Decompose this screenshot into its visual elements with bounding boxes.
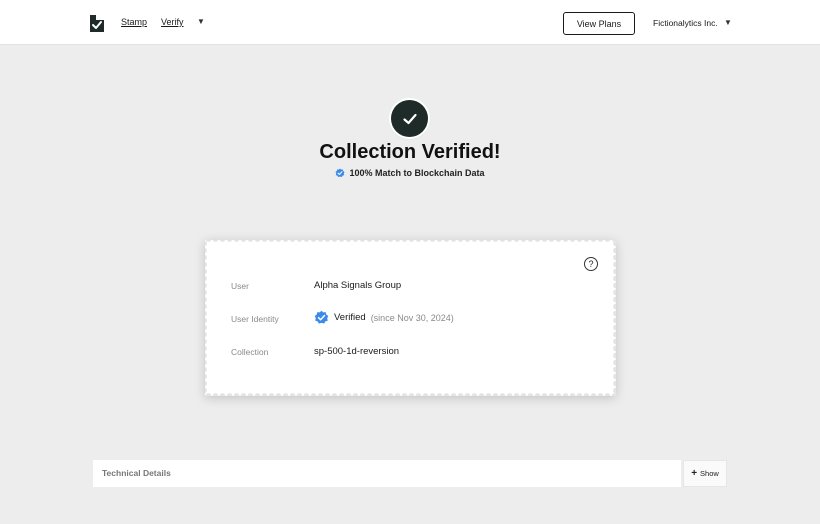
technical-details-bar	[93, 460, 681, 487]
user-identity-label: User Identity	[231, 314, 279, 324]
verified-badge-icon	[314, 310, 329, 324]
view-plans-button[interactable]: View Plans	[563, 12, 635, 35]
help-icon[interactable]: ?	[584, 257, 598, 271]
user-value: Alpha Signals Group	[314, 280, 402, 291]
technical-details-label: Technical Details	[102, 468, 171, 478]
page-title: Collection Verified!	[319, 141, 501, 163]
org-menu-name[interactable]: Fictionalytics Inc.	[653, 18, 718, 28]
checkmark-icon	[402, 113, 417, 124]
org-menu-caret-icon[interactable]: ▼	[724, 18, 732, 27]
identity-status: Verified	[334, 312, 366, 323]
verified-check-circle	[391, 100, 428, 137]
nav-stamp-link[interactable]: Stamp	[121, 17, 147, 27]
show-button-label: Show	[700, 469, 719, 478]
user-label: User	[231, 281, 249, 291]
match-subtitle: 100% Match to Blockchain Data	[0, 168, 820, 178]
user-identity-value: Verified (since Nov 30, 2024)	[314, 310, 454, 325]
brand-logo-icon[interactable]	[89, 14, 105, 33]
collection-label: Collection	[231, 347, 269, 357]
show-technical-details-button[interactable]: + Show	[683, 460, 727, 487]
match-subtitle-text: 100% Match to Blockchain Data	[349, 168, 485, 178]
verified-badge-icon	[335, 168, 345, 177]
nav-verify-link[interactable]: Verify	[161, 17, 184, 27]
nav-menu-caret-icon[interactable]: ▼	[197, 17, 205, 26]
identity-since-date: (since Nov 30, 2024)	[370, 312, 454, 323]
plus-icon: +	[691, 467, 698, 479]
collection-value: sp-500-1d-reversion	[314, 346, 400, 357]
